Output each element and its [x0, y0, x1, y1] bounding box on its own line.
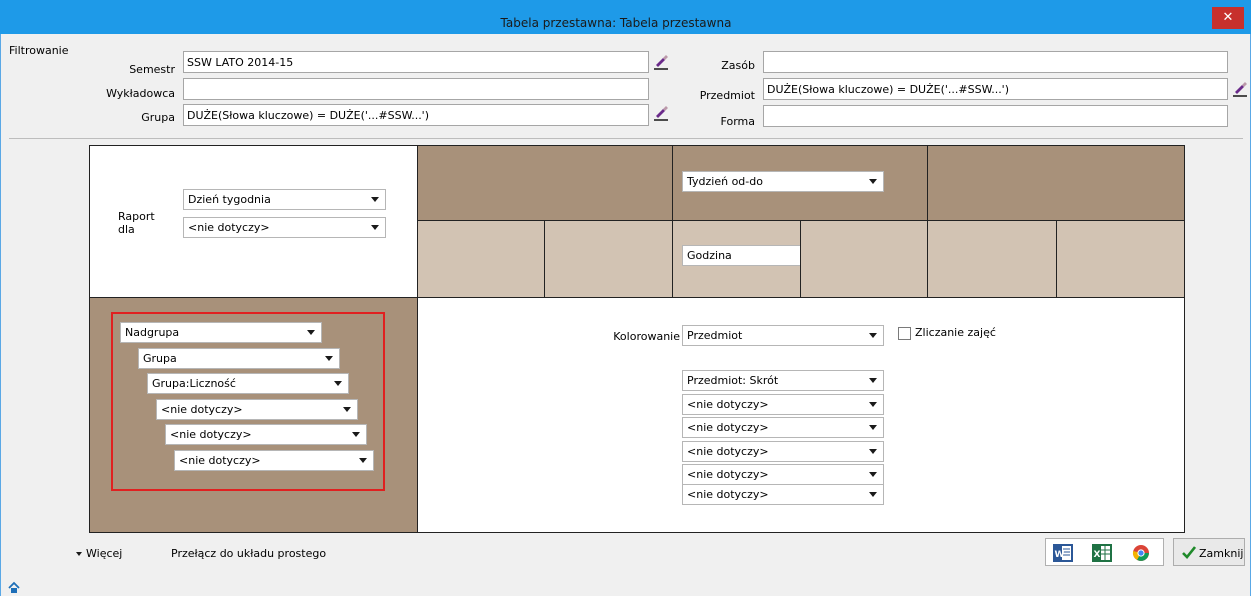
clear-filter-icon[interactable] — [651, 103, 671, 123]
grupa-label: Grupa — [141, 111, 175, 124]
pivot-grid: Raport dla Dzień tygodnia <nie dotyczy> … — [89, 145, 1185, 533]
przedmiot-field[interactable]: DUŻE(Słowa kluczowe) = DUŻE('...#SSW...'… — [763, 78, 1228, 100]
column-subheader-cell — [800, 220, 928, 298]
chevron-down-icon — [869, 378, 877, 383]
excel-icon[interactable]: X — [1091, 542, 1113, 564]
chevron-down-icon — [869, 333, 877, 338]
content-field-value: <nie dotyczy> — [687, 488, 769, 501]
filter-legend: Filtrowanie — [9, 44, 69, 57]
title-bar: Tabela przestawna: Tabela przestawna ✕ — [0, 0, 1251, 34]
column-header-cell: Tydzień od-do — [672, 145, 928, 221]
chevron-down-icon — [371, 197, 379, 202]
week-dropdown-value: Tydzień od-do — [687, 175, 763, 188]
export-toolbar: W X — [1045, 538, 1164, 566]
column-header-cell — [927, 145, 1185, 221]
home-icon — [8, 581, 20, 593]
close-window-button[interactable]: ✕ — [1212, 7, 1244, 29]
column-subheader-cell: Godzina — [672, 220, 884, 298]
content-field-dropdown[interactable]: Przedmiot: Skrót — [682, 370, 884, 391]
week-dropdown[interactable]: Tydzień od-do — [682, 171, 884, 192]
content-field-value: Przedmiot: Skrót — [687, 374, 779, 387]
column-header-cell — [417, 145, 673, 221]
report-dropdown-primary[interactable]: Dzień tygodnia — [183, 189, 386, 210]
forma-label: Forma — [720, 115, 755, 128]
content-field-dropdown[interactable]: <nie dotyczy> — [682, 441, 884, 462]
hour-dropdown-value: Godzina — [687, 249, 732, 262]
row-header-panel: Nadgrupa Grupa Grupa:Liczność <nie dotyc… — [89, 297, 418, 533]
report-settings-panel: Raport dla Dzień tygodnia <nie dotyczy> — [89, 145, 418, 298]
chevron-down-icon — [869, 402, 877, 407]
close-button[interactable]: Zamknij — [1173, 538, 1245, 566]
content-field-value: <nie dotyczy> — [687, 398, 769, 411]
svg-text:X: X — [1094, 550, 1101, 560]
content-field-dropdown[interactable]: <nie dotyczy> — [682, 484, 884, 505]
simple-layout-link[interactable]: Przełącz do układu prostego — [171, 547, 326, 560]
report-label: Raport dla — [118, 210, 155, 236]
filter-divider — [9, 138, 1243, 139]
chevron-down-icon — [869, 472, 877, 477]
grupa-field[interactable]: DUŻE(Słowa kluczowe) = DUŻE('...#SSW...'… — [183, 104, 649, 126]
report-dropdown-primary-value: Dzień tygodnia — [188, 193, 271, 206]
column-subheader-cell — [417, 220, 545, 298]
coloring-dropdown-value: Przedmiot — [687, 329, 743, 342]
checkmark-icon — [1182, 546, 1196, 559]
przedmiot-label: Przedmiot — [699, 89, 755, 102]
chevron-down-icon — [371, 225, 379, 230]
chevron-down-icon — [76, 552, 82, 556]
column-subheader-cell — [544, 220, 673, 298]
chevron-down-icon — [869, 449, 877, 454]
close-button-label: Zamknij — [1199, 547, 1244, 560]
column-subheader-cell — [927, 220, 1057, 298]
coloring-dropdown[interactable]: Przedmiot — [682, 325, 884, 346]
semestr-label: Semestr — [129, 63, 175, 76]
content-field-value: <nie dotyczy> — [687, 445, 769, 458]
clear-filter-icon[interactable] — [1230, 79, 1250, 99]
row-fields-highlight — [111, 312, 385, 491]
more-toggle[interactable]: Więcej — [76, 547, 122, 560]
coloring-label: Kolorowanie — [613, 330, 680, 343]
content-panel: Kolorowanie Przedmiot Zliczanie zajęć Pr… — [417, 297, 1185, 533]
count-checkbox[interactable] — [898, 327, 911, 340]
content-field-value: <nie dotyczy> — [687, 468, 769, 481]
chevron-down-icon — [869, 425, 877, 430]
content-field-dropdown[interactable]: <nie dotyczy> — [682, 394, 884, 415]
report-dropdown-secondary[interactable]: <nie dotyczy> — [183, 217, 386, 238]
window-title: Tabela przestawna: Tabela przestawna — [500, 16, 732, 30]
content-field-value: <nie dotyczy> — [687, 421, 769, 434]
svg-text:W: W — [1055, 550, 1065, 560]
dialog-body: Filtrowanie Semestr SSW LATO 2014-15 Wyk… — [0, 34, 1251, 596]
report-dropdown-secondary-value: <nie dotyczy> — [188, 221, 270, 234]
forma-field[interactable] — [763, 105, 1228, 127]
clear-filter-icon[interactable] — [651, 52, 671, 72]
zasob-field[interactable] — [763, 51, 1228, 73]
wykladowca-field[interactable] — [183, 78, 649, 100]
more-label: Więcej — [86, 547, 123, 560]
semestr-field[interactable]: SSW LATO 2014-15 — [183, 51, 649, 73]
content-field-dropdown[interactable]: <nie dotyczy> — [682, 464, 884, 485]
column-subheader-cell — [1056, 220, 1185, 298]
chevron-down-icon — [869, 492, 877, 497]
wykladowca-label: Wykładowca — [106, 87, 175, 100]
chrome-icon[interactable] — [1130, 542, 1152, 564]
word-icon[interactable]: W — [1052, 542, 1074, 564]
zasob-label: Zasób — [721, 59, 755, 72]
count-label: Zliczanie zajęć — [915, 326, 996, 339]
content-field-dropdown[interactable]: <nie dotyczy> — [682, 417, 884, 438]
chevron-down-icon — [869, 179, 877, 184]
